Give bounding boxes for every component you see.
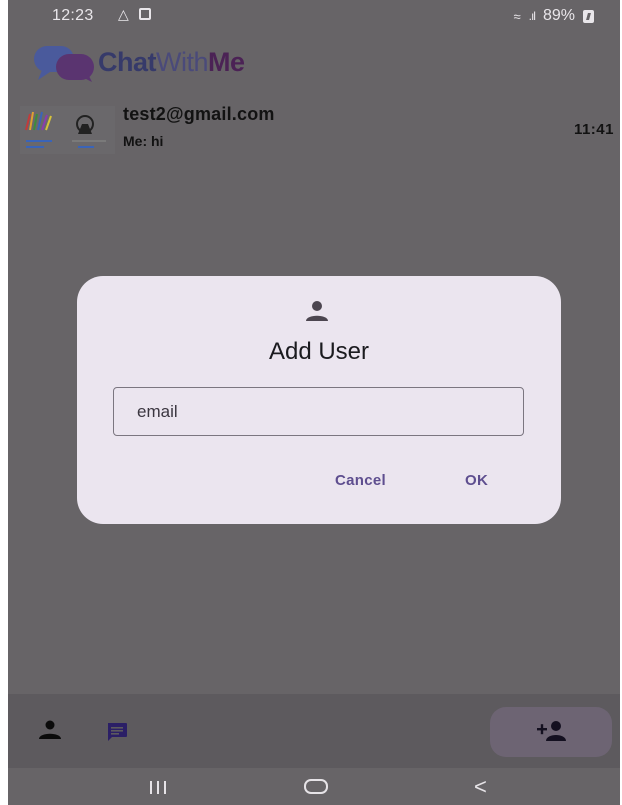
avatar [20,106,115,154]
ok-button[interactable]: OK [465,472,488,489]
cancel-button[interactable]: Cancel [335,472,386,489]
app-logo: ChatWithMe [32,40,245,84]
add-user-dialog: Add User Cancel OK [77,276,561,524]
person-icon[interactable] [38,720,62,740]
chat-icon[interactable] [106,722,128,742]
back-chevron-icon[interactable]: < [474,774,487,800]
wifi-icon: ≈ [513,8,521,24]
recent-apps-icon[interactable] [149,781,167,794]
home-button-icon[interactable] [304,779,328,794]
chat-bubbles-logo-icon [34,46,94,82]
logo-text-with: With [156,46,209,77]
battery-level: 89% [542,7,575,24]
bottom-app-bar [8,694,620,768]
signal-icon: .ıl [528,9,536,23]
logo-text-me: Me [208,46,245,77]
chat-last-message: Me: hi [123,133,164,149]
chat-contact-name: test2@gmail.com [123,104,275,124]
chat-timestamp: 11:41 [573,121,614,138]
media-notification-icon [139,8,151,20]
email-field[interactable] [113,387,524,436]
battery-charging-icon [583,9,594,23]
person-add-icon [537,721,566,741]
person-icon [306,301,328,321]
status-bar: 12:23 △ ≈ .ıl 89% [8,0,620,34]
notification-icon: △ [118,6,129,22]
app-logo-text: ChatWithMe [98,47,245,78]
status-right: ≈ .ıl 89% [513,7,594,25]
status-time: 12:23 [52,7,94,24]
dialog-title: Add User [268,338,370,365]
logo-text-chat: Chat [98,46,157,77]
add-user-fab[interactable] [490,707,612,757]
chat-list-item[interactable]: test2@gmail.com Me: hi 11:41 [8,98,620,158]
app-screen: 12:23 △ ≈ .ıl 89% ChatWithMe test2@gmail… [8,0,620,805]
system-navigation-bar: < [8,768,620,805]
